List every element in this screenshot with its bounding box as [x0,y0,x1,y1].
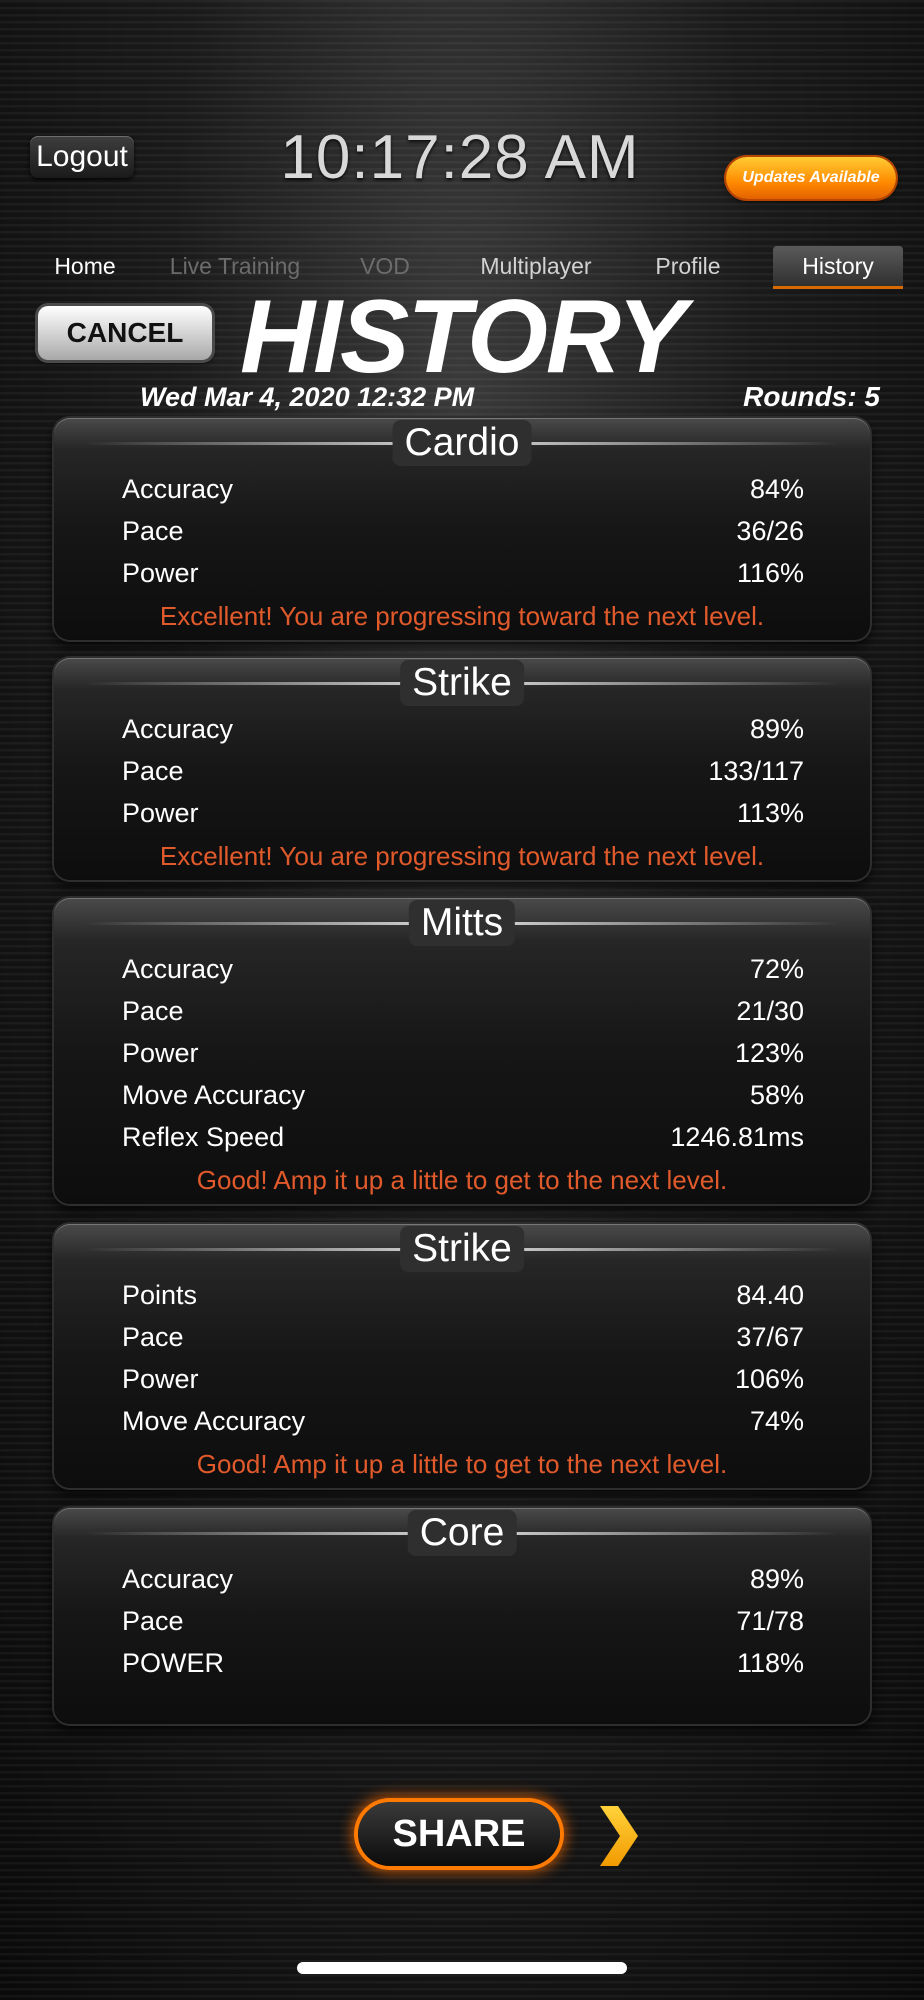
card-title: Cardio [392,420,532,466]
stat-value: 106% [734,1364,804,1394]
stat-value: 84.40 [736,1280,804,1310]
stat-label: Reflex Speed [122,1122,285,1152]
stat-value: 37/67 [736,1322,804,1352]
stat-row: Accuracy 84% [54,468,870,510]
stat-label: Move Accuracy [122,1406,306,1436]
card-header: Cardio [54,418,870,468]
tab-home[interactable]: Home [30,246,140,286]
card-title: Mitts [408,900,516,946]
stat-value: 84% [749,474,804,504]
stat-label: POWER [122,1648,225,1678]
session-date: Wed Mar 4, 2020 12:32 PM [140,382,475,412]
stat-value: 74% [749,1406,804,1436]
stat-label: Accuracy [122,954,234,984]
stat-label: Power [122,1364,199,1394]
feedback-message: Good! Amp it up a little to get to the n… [196,1449,728,1479]
stat-value: 133/117 [708,756,804,786]
feedback-message: Excellent! You are progressing toward th… [159,841,765,871]
stat-label: Pace [122,756,184,786]
page-title: HISTORY [240,279,687,395]
stat-row: Power 106% [54,1358,870,1400]
stat-row: Pace 133/117 [54,750,870,792]
stat-value: 118% [736,1648,804,1678]
stat-value: 71/78 [736,1606,804,1636]
tab-history[interactable]: History [773,246,903,289]
stat-value: 1246.81ms [670,1122,804,1152]
round-card-core: Core Accuracy 89% Pace 71/78 POWER 118% [54,1508,870,1724]
stat-label: Accuracy [122,474,234,504]
card-header: Strike [54,658,870,708]
round-card-cardio: Cardio Accuracy 84% Pace 36/26 Power 116% E… [54,418,870,640]
chevron-right-icon[interactable] [596,1806,640,1866]
rounds-count: Rounds: 5 [743,381,880,412]
stat-value: 89% [749,714,804,744]
cancel-button[interactable]: CANCEL [38,306,212,360]
stat-row: Power 113% [54,792,870,834]
round-card-mitts: Mitts Accuracy 72% Pace 21/30 Power 123% Mo… [54,898,870,1204]
stat-label: Pace [122,516,184,546]
card-header: Strike [54,1224,870,1274]
home-indicator [297,1962,627,1974]
stat-row: Power 116% [54,552,870,594]
stat-row: Reflex Speed 1246.81ms [54,1116,870,1158]
stat-value: 21/30 [736,996,804,1026]
stat-value: 36/26 [736,516,804,546]
stat-label: Accuracy [122,1564,234,1594]
stat-row: Accuracy 89% [54,708,870,750]
stat-label: Pace [122,1606,184,1636]
stat-row: Move Accuracy 74% [54,1400,870,1442]
logout-button[interactable]: Logout [30,136,134,178]
card-title: Strike [400,1226,524,1272]
stat-value: 89% [749,1564,804,1594]
stat-row: Pace 36/26 [54,510,870,552]
stat-value: 58% [749,1080,804,1110]
card-title: Core [407,1510,517,1556]
feedback-message: Excellent! You are progressing toward th… [159,601,765,631]
card-title: Strike [400,660,524,706]
round-card-strike: Strike Accuracy 89% Pace 133/117 Power 113%… [54,658,870,880]
stat-row: Pace 71/78 [54,1600,870,1642]
updates-available-button[interactable]: Updates Available [726,157,896,199]
stat-row: Accuracy 89% [54,1558,870,1600]
stat-label: Power [122,558,199,588]
stat-label: Power [122,1038,199,1068]
stat-row: Pace 37/67 [54,1316,870,1358]
feedback-message: Good! Amp it up a little to get to the n… [196,1165,728,1195]
stat-row: POWER 118% [54,1642,870,1684]
stat-value: 72% [749,954,804,984]
stat-label: Accuracy [122,714,234,744]
stat-label: Pace [122,1322,184,1352]
round-card-strike-2: Strike Points 84.40 Pace 37/67 Power 106% M… [54,1224,870,1488]
stat-label: Move Accuracy [122,1080,306,1110]
stat-row: Power 123% [54,1032,870,1074]
clock: 10:17:28 AM [280,123,640,192]
stat-label: Pace [122,996,184,1026]
card-header: Core [54,1508,870,1558]
stat-value: 116% [736,558,804,588]
stat-row: Move Accuracy 58% [54,1074,870,1116]
stat-value: 113% [736,798,804,828]
stat-label: Points [122,1280,198,1310]
stat-row: Points 84.40 [54,1274,870,1316]
stat-label: Power [122,798,199,828]
stat-row: Accuracy 72% [54,948,870,990]
share-button[interactable]: SHARE [358,1802,560,1866]
stat-value: 123% [734,1038,804,1068]
stat-row: Pace 21/30 [54,990,870,1032]
card-header: Mitts [54,898,870,948]
